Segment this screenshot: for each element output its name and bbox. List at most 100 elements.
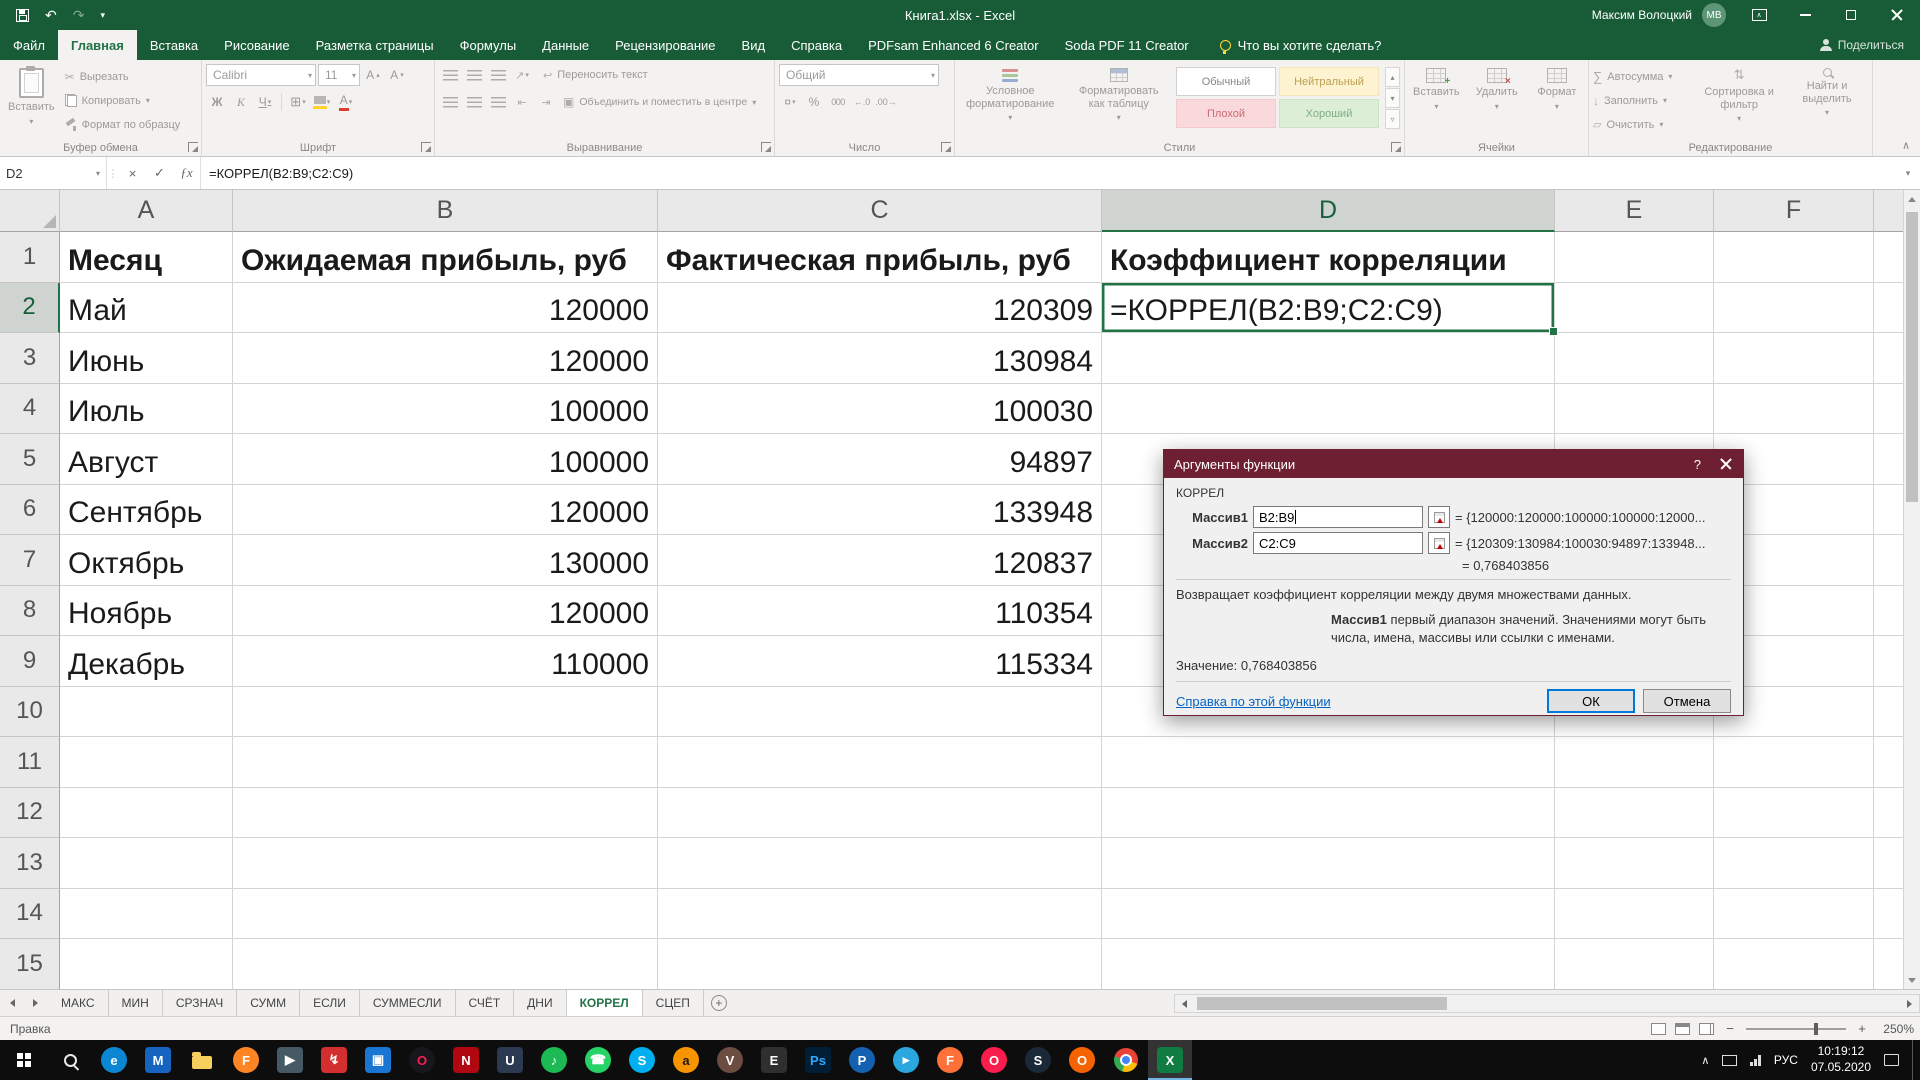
network-tray-icon[interactable] xyxy=(1750,1055,1761,1066)
cell-B4[interactable]: 100000 xyxy=(233,384,658,435)
cell-B9[interactable]: 110000 xyxy=(233,636,658,687)
cancel-entry-button[interactable]: × xyxy=(119,157,146,189)
cell-E12[interactable] xyxy=(1555,788,1714,839)
cell-D12[interactable] xyxy=(1102,788,1555,839)
row-header-12[interactable]: 12 xyxy=(0,788,60,839)
ribbon-tab-review[interactable]: Рецензирование xyxy=(602,30,728,60)
maximize-button[interactable] xyxy=(1828,0,1874,30)
cell-F4[interactable] xyxy=(1714,384,1874,435)
ribbon-tab-soda-pdf[interactable]: Soda PDF 11 Creator xyxy=(1052,30,1202,60)
sheet-tab-min[interactable]: МИН xyxy=(109,990,163,1016)
collapse-ribbon-button[interactable]: ∧ xyxy=(1902,139,1910,152)
clipboard-dialog-launcher[interactable] xyxy=(188,142,198,152)
cell-C8[interactable]: 110354 xyxy=(658,586,1102,637)
taskbar-icon-lightning-app[interactable]: ↯ xyxy=(312,1040,356,1080)
align-top-button[interactable] xyxy=(439,64,461,86)
user-name[interactable]: Максим Волоцкий xyxy=(1592,8,1692,22)
select-all-corner[interactable] xyxy=(0,190,60,232)
clock[interactable]: 10:19:12 07.05.2020 xyxy=(1811,1044,1871,1075)
taskbar-icon-amazon-app[interactable]: a xyxy=(664,1040,708,1080)
cell-B12[interactable] xyxy=(233,788,658,839)
taskbar-icon-explorer[interactable] xyxy=(180,1040,224,1080)
row-header-13[interactable]: 13 xyxy=(0,838,60,889)
cell-F15[interactable] xyxy=(1714,939,1874,989)
decrease-font-size-button[interactable]: А▾ xyxy=(386,64,408,86)
column-header-E[interactable]: E xyxy=(1555,190,1714,232)
increase-decimal-button[interactable] xyxy=(851,91,873,113)
cell-C12[interactable] xyxy=(658,788,1102,839)
number-format-combo[interactable]: Общий▾ xyxy=(779,64,939,86)
zoom-out-button[interactable] xyxy=(1723,1021,1737,1036)
cell-A5[interactable]: Август xyxy=(60,434,233,485)
zoom-level[interactable]: 250% xyxy=(1878,1022,1914,1036)
align-left-button[interactable] xyxy=(439,91,461,113)
find-select-button[interactable]: Найти и выделить xyxy=(1786,64,1868,138)
tell-me-box[interactable]: Что вы хотите сделать? xyxy=(1220,30,1382,60)
merge-center-button[interactable]: Объединить и поместить в центре xyxy=(563,92,756,113)
cell-F12[interactable] xyxy=(1714,788,1874,839)
row-header-11[interactable]: 11 xyxy=(0,737,60,788)
dialog-titlebar[interactable]: Аргументы функции ? xyxy=(1164,450,1743,478)
row-header-5[interactable]: 5 xyxy=(0,434,60,485)
cell-E1[interactable] xyxy=(1555,232,1714,283)
column-header-B[interactable]: B xyxy=(233,190,658,232)
increase-font-size-button[interactable]: А▴ xyxy=(362,64,384,86)
styles-dialog-launcher[interactable] xyxy=(1391,142,1401,152)
column-header-F[interactable]: F xyxy=(1714,190,1874,232)
decrease-indent-button[interactable] xyxy=(511,91,533,113)
row-header-1[interactable]: 1 xyxy=(0,232,60,283)
font-size-combo[interactable]: 11▾ xyxy=(318,64,360,86)
cell-F11[interactable] xyxy=(1714,737,1874,788)
undo-button[interactable]: ↶ xyxy=(45,7,57,24)
dialog-close-button[interactable] xyxy=(1719,457,1733,471)
cell-B2[interactable]: 120000 xyxy=(233,283,658,334)
sheet-tab-summesli[interactable]: СУММЕСЛИ xyxy=(360,990,456,1016)
cell-C11[interactable] xyxy=(658,737,1102,788)
row-header-8[interactable]: 8 xyxy=(0,586,60,637)
array2-range-picker-button[interactable] xyxy=(1428,532,1450,554)
taskbar-icon-excel[interactable]: X xyxy=(1148,1040,1192,1080)
format-painter-button[interactable]: Формат по образцу xyxy=(65,114,181,135)
cell-D13[interactable] xyxy=(1102,838,1555,889)
row-header-2[interactable]: 2 xyxy=(0,283,60,334)
sort-filter-button[interactable]: Сортировка и фильтр xyxy=(1698,64,1780,138)
formula-bar-grip[interactable]: ⋮ xyxy=(107,157,119,189)
cell-D14[interactable] xyxy=(1102,889,1555,940)
cell-A2[interactable]: Май xyxy=(60,283,233,334)
array2-input[interactable]: C2:C9 xyxy=(1253,532,1423,554)
cell-A4[interactable]: Июль xyxy=(60,384,233,435)
ribbon-tab-formulas[interactable]: Формулы xyxy=(447,30,530,60)
start-button[interactable] xyxy=(0,1040,48,1080)
sheet-tab-scep[interactable]: СЦЕП xyxy=(643,990,704,1016)
sheet-nav-right-button[interactable] xyxy=(24,990,48,1016)
cell-A6[interactable]: Сентябрь xyxy=(60,485,233,536)
cell-F2[interactable] xyxy=(1714,283,1874,334)
cell-B11[interactable] xyxy=(233,737,658,788)
scroll-left-button[interactable] xyxy=(1175,1000,1193,1008)
zoom-slider[interactable] xyxy=(1746,1028,1846,1030)
taskbar-icon-opera[interactable]: O xyxy=(972,1040,1016,1080)
cell-E11[interactable] xyxy=(1555,737,1714,788)
font-name-combo[interactable]: Calibri▾ xyxy=(206,64,316,86)
taskbar-icon-paypal-app[interactable]: P xyxy=(840,1040,884,1080)
close-button[interactable] xyxy=(1874,0,1920,30)
number-dialog-launcher[interactable] xyxy=(941,142,951,152)
scroll-down-button[interactable] xyxy=(1904,972,1920,989)
fill-color-button[interactable] xyxy=(311,91,333,113)
cell-D3[interactable] xyxy=(1102,333,1555,384)
row-header-14[interactable]: 14 xyxy=(0,889,60,940)
share-button[interactable]: Поделиться xyxy=(1820,30,1920,60)
ribbon-tab-data[interactable]: Данные xyxy=(529,30,602,60)
autosum-button[interactable]: Автосумма xyxy=(1593,66,1692,87)
clear-button[interactable]: Очистить xyxy=(1593,114,1692,135)
cell-A15[interactable] xyxy=(60,939,233,989)
cell-E15[interactable] xyxy=(1555,939,1714,989)
cell-C5[interactable]: 94897 xyxy=(658,434,1102,485)
cell-C14[interactable] xyxy=(658,889,1102,940)
format-as-table-button[interactable]: Форматировать как таблицу xyxy=(1068,64,1171,138)
ribbon-tab-file[interactable]: Файл xyxy=(0,30,58,60)
taskbar-icon-photoshop[interactable]: Ps xyxy=(796,1040,840,1080)
insert-function-button[interactable] xyxy=(173,157,200,189)
sheet-tab-srznach[interactable]: СРЗНАЧ xyxy=(163,990,237,1016)
increase-indent-button[interactable] xyxy=(535,91,557,113)
